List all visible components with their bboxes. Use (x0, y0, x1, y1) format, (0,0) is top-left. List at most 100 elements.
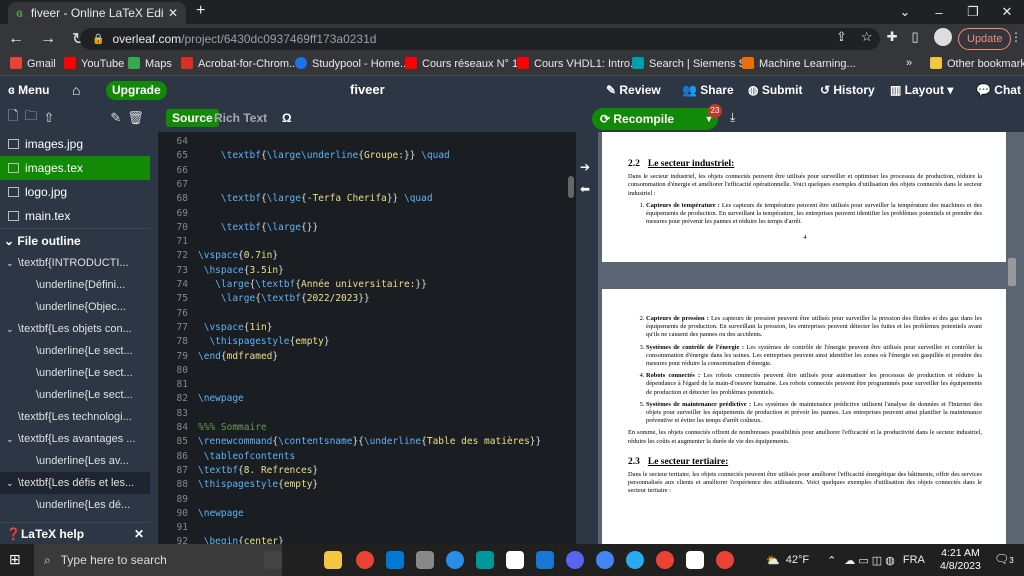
notifications-icon[interactable]: 🗨3 (994, 552, 1014, 566)
share-button[interactable]: 👥 Share (682, 76, 734, 104)
telegram-icon[interactable] (626, 551, 644, 569)
chat-button[interactable]: 💬 Chat (976, 76, 1021, 104)
code-line[interactable]: 85 \renewcommand{\contentsname}{\underlin… (158, 436, 576, 450)
pdf-scrollbar[interactable] (1008, 258, 1016, 286)
forward-icon[interactable]: → (40, 30, 56, 48)
tray-up-icon[interactable]: ⌃ (827, 554, 836, 567)
bookmark-machine-learning[interactable]: Machine Learning... (742, 57, 856, 70)
outline-item[interactable]: \underline{Le sect... (0, 384, 150, 406)
code-line[interactable]: 86 \tableofcontents (158, 451, 576, 465)
upload-icon[interactable]: ⇧ (43, 110, 54, 126)
file-item[interactable]: main.tex (0, 204, 150, 228)
address-bar[interactable]: 🔒 overleaf.com /project/6430dc0937469ff1… (80, 28, 880, 50)
file-outline-header[interactable]: ⌄ File outline (0, 228, 150, 252)
code-line[interactable]: 66 (158, 165, 576, 179)
home-icon[interactable]: ⌂ (72, 76, 80, 104)
update-button[interactable]: Update (958, 28, 1012, 50)
outline-item[interactable]: \underline{Défini... (0, 274, 150, 296)
chrome-menu-icon[interactable]: ⋮ (1010, 30, 1022, 44)
code-line[interactable]: 73 \hspace{3.5in} (158, 265, 576, 279)
code-line[interactable]: 69 (158, 208, 576, 222)
code-line[interactable]: 67 (158, 179, 576, 193)
pdf-viewer[interactable]: 2.2 Le secteur industriel: Dans le secteu… (598, 132, 1024, 544)
notepad-icon[interactable] (506, 551, 524, 569)
file-item[interactable]: images.jpg (0, 132, 150, 156)
chevron-down-icon[interactable]: ⌄ (6, 428, 18, 450)
delete-icon[interactable]: 🗑 (127, 110, 144, 126)
recompile-button[interactable]: ⟳ Recompile (592, 108, 700, 130)
bookmarks-overflow-icon[interactable]: » (906, 57, 912, 69)
store-icon[interactable] (536, 551, 554, 569)
panel-divider[interactable] (150, 104, 158, 544)
bookmark-acrobat[interactable]: Acrobat-for-Chrom... (181, 57, 298, 70)
code-line[interactable]: 80 (158, 365, 576, 379)
code-line[interactable]: 91 (158, 522, 576, 536)
windows-start-icon[interactable]: ⊞ (9, 551, 21, 568)
restore-icon[interactable]: ❐ (956, 4, 990, 20)
tab-search-icon[interactable]: ⌄ (888, 4, 922, 20)
bookmark-star-icon[interactable]: ☆ (861, 29, 873, 45)
language-indicator[interactable]: FRA (903, 554, 925, 566)
editor-pdf-divider[interactable]: ➔ ⬅ (576, 104, 598, 544)
profile-avatar[interactable] (934, 28, 952, 46)
code-line[interactable]: 83 (158, 408, 576, 422)
arrow-right-icon[interactable]: ➔ (580, 160, 598, 174)
close-window-icon[interactable]: ✕ (990, 4, 1024, 20)
menu-button[interactable]: ɞ Menu (8, 76, 50, 104)
chevron-down-icon[interactable]: ⌄ (6, 252, 18, 274)
outline-item[interactable]: \textbf{Les technologi... (0, 406, 150, 428)
symbol-palette-button[interactable]: Ω (282, 111, 292, 125)
code-line[interactable]: 78 \thispagestyle{empty} (158, 336, 576, 350)
code-line[interactable]: 90 \newpage (158, 508, 576, 522)
history-button[interactable]: ↺ History (820, 76, 875, 104)
bookmark-maps[interactable]: Maps (128, 57, 172, 70)
lock-icon[interactable]: 🔒 (92, 34, 104, 45)
project-title[interactable]: fiveer (350, 76, 385, 104)
task-view-icon[interactable] (264, 551, 282, 569)
arduino-icon[interactable] (476, 551, 494, 569)
back-icon[interactable]: ← (8, 30, 24, 48)
outline-item[interactable]: ⌄ \textbf{INTRODUCTI... (0, 252, 150, 274)
bookmark-cours-vhdl[interactable]: Cours VHDL1: Intro... (517, 57, 639, 70)
clock[interactable]: 4:21 AM 4/8/2023 (940, 547, 981, 573)
file-explorer-icon[interactable] (324, 551, 342, 569)
code-line[interactable]: 76 (158, 308, 576, 322)
new-tab-icon[interactable]: + (196, 2, 205, 20)
code-line[interactable]: 79 \end{mdframed} (158, 351, 576, 365)
taskbar-search[interactable]: ⌕ Type here to search (34, 544, 282, 576)
weather-temp[interactable]: 42°F (786, 554, 809, 566)
code-line[interactable]: 71 (158, 236, 576, 250)
code-line[interactable]: 65 \textbf{\large\underline{Groupe:}} \q… (158, 150, 576, 164)
sidepanel-icon[interactable]: ▯ (911, 29, 918, 45)
code-line[interactable]: 68 \textbf{\large{-Terfa Cherifa}} \quad (158, 193, 576, 207)
code-line[interactable]: 75 \large{\textbf{2022/2023}} (158, 293, 576, 307)
code-line[interactable]: 77 \vspace{1in} (158, 322, 576, 336)
source-tab[interactable]: Source (166, 109, 219, 127)
code-line[interactable]: 89 (158, 494, 576, 508)
code-line[interactable]: 74 \large{\textbf{Année universitaire:}} (158, 279, 576, 293)
latex-help-bar[interactable]: ❓ LaTeX help ✕ (0, 522, 150, 544)
outline-item[interactable]: \underline{Objec... (0, 296, 150, 318)
chrome-icon[interactable] (356, 551, 374, 569)
bookmark-other[interactable]: Other bookmarks (930, 57, 1024, 70)
submit-button[interactable]: ◍ Submit (748, 76, 802, 104)
chrome-icon[interactable] (716, 551, 734, 569)
code-line[interactable]: 70 \textbf{\large{}} (158, 222, 576, 236)
rich-text-tab[interactable]: Rich Text (214, 111, 267, 125)
outline-item[interactable]: \underline{Le sect... (0, 340, 150, 362)
outline-item[interactable]: ⌄ \textbf{Les objets con... (0, 318, 150, 340)
bookmark-siemens[interactable]: Search | Siemens S... (632, 57, 755, 70)
mail-icon[interactable] (386, 551, 404, 569)
upgrade-button[interactable]: Upgrade (106, 81, 167, 100)
review-button[interactable]: ✎ Review (606, 76, 661, 104)
outline-item[interactable]: ⌄ \textbf{Les défis et les... (0, 472, 150, 494)
log-count-badge[interactable]: 23 (708, 104, 722, 118)
layout-button[interactable]: ▥ Layout ▾ (890, 76, 953, 104)
code-line[interactable]: 82 \newpage (158, 393, 576, 407)
code-editor[interactable]: 64 65 \textbf{\large\underline{Groupe:}} … (158, 132, 576, 547)
bookmark-cours-reseaux[interactable]: Cours réseaux N° 1... (405, 57, 527, 70)
extensions-icon[interactable]: ✚ (887, 29, 898, 45)
editor-scrollbar[interactable] (568, 176, 574, 198)
rename-icon[interactable]: ✎ (110, 110, 121, 126)
download-pdf-icon[interactable]: ⤓ (730, 110, 735, 125)
